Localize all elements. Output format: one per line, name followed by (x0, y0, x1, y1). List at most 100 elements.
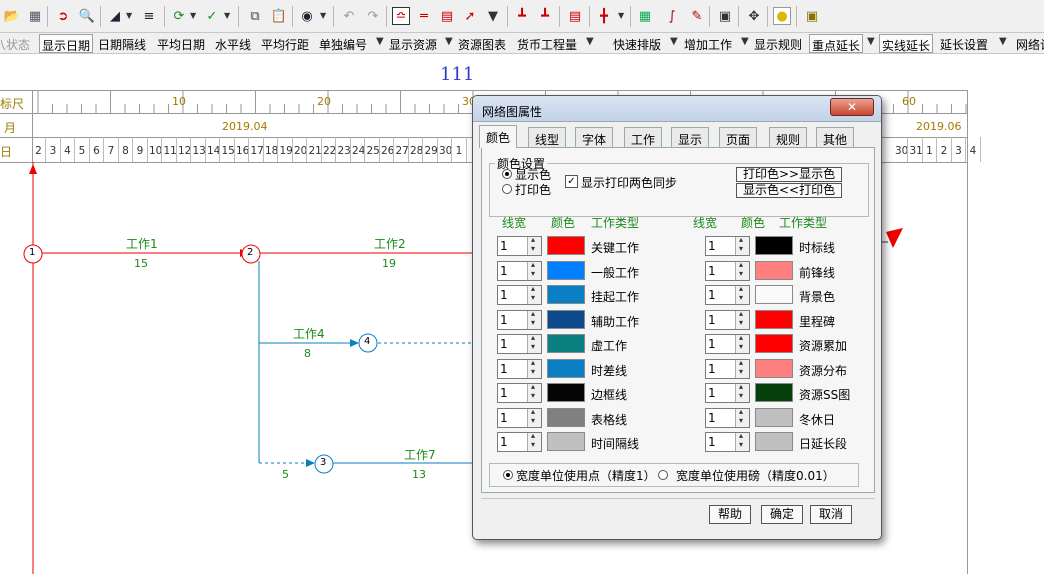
color-swatch[interactable] (755, 236, 793, 255)
line-width-spinner[interactable]: 1 (497, 235, 542, 256)
ok-button[interactable]: 确定 (761, 505, 803, 524)
line-width-spinner[interactable]: 1 (705, 284, 750, 305)
spinner-arrows-icon[interactable] (735, 358, 749, 378)
tab-color[interactable]: 颜色 (479, 125, 518, 148)
spinner-arrows-icon[interactable] (735, 235, 749, 255)
color-swatch[interactable] (547, 407, 585, 427)
line-width-spinner[interactable]: 1 (497, 284, 542, 305)
tab-page[interactable]: 页面 (719, 127, 758, 147)
line-width-spinner[interactable]: 1 (705, 333, 750, 354)
show-resource-button[interactable]: 显示资源 (389, 36, 437, 53)
print-color-radio[interactable] (502, 184, 512, 194)
extend-settings-button[interactable]: 延长设置 (940, 36, 988, 53)
spinner-arrows-icon[interactable] (527, 333, 541, 353)
color-swatch[interactable] (547, 285, 585, 304)
show-rules-button[interactable]: 显示规则 (754, 36, 802, 53)
key-extend-button[interactable]: 重点延长 (809, 34, 864, 53)
color-swatch[interactable] (547, 309, 585, 329)
line-width-spinner[interactable]: 1 (497, 260, 542, 281)
color-swatch[interactable] (755, 358, 793, 378)
chart-icon[interactable]: ▤ (566, 7, 584, 25)
copy-icon[interactable]: ⧉ (246, 7, 264, 25)
spinner-arrows-icon[interactable] (527, 407, 541, 427)
network-calc-button[interactable]: 网络计 (1016, 36, 1044, 53)
line-width-spinner[interactable]: 1 (497, 431, 542, 452)
line-width-spinner[interactable]: 1 (705, 431, 750, 452)
line-width-spinner[interactable]: 1 (705, 260, 750, 281)
color-swatch[interactable] (547, 358, 585, 378)
help-button[interactable]: 帮助 (709, 505, 751, 524)
tab-font[interactable]: 字体 (575, 127, 614, 147)
color-swatch[interactable] (547, 334, 585, 353)
spinner-arrows-icon[interactable] (527, 358, 541, 378)
line-width-spinner[interactable]: 1 (705, 235, 750, 256)
line-width-spinner[interactable]: 1 (705, 382, 750, 403)
work-name[interactable]: 工作2 (374, 235, 406, 252)
line-width-spinner[interactable]: 1 (705, 407, 750, 428)
exit-icon[interactable]: ➲ (54, 7, 72, 25)
monitor-icon[interactable]: ▣ (716, 7, 734, 25)
display-color-radio[interactable] (502, 169, 512, 179)
tab-work[interactable]: 工作 (624, 127, 663, 147)
curve-icon[interactable]: ➚ (461, 7, 479, 25)
line-width-spinner[interactable]: 1 (497, 333, 542, 354)
color-swatch[interactable] (755, 383, 793, 402)
currency-button[interactable]: 货币工程量 (517, 36, 577, 53)
spinner-arrows-icon[interactable] (527, 260, 541, 280)
color-swatch[interactable] (547, 432, 585, 451)
color-swatch[interactable] (755, 285, 793, 304)
quick-layout-button[interactable]: 快速排版 (613, 36, 661, 53)
spinner-arrows-icon[interactable] (735, 284, 749, 304)
edit-icon[interactable]: ✎ (688, 7, 706, 25)
display-to-print-button[interactable]: 显示色<<打印色 (736, 183, 843, 198)
spinner-arrows-icon[interactable] (527, 235, 541, 255)
close-button[interactable]: ✕ (830, 98, 874, 116)
line-width-spinner[interactable]: 1 (497, 382, 542, 403)
undo-icon[interactable]: ↶ (340, 7, 358, 25)
resource-chart-button[interactable]: 资源图表 (458, 36, 506, 53)
tab-linetype[interactable]: 线型 (528, 127, 567, 147)
resource-icon[interactable]: ▼ (484, 7, 502, 25)
open-folder-icon[interactable]: 📂 (3, 7, 21, 25)
network-view-icon[interactable]: ≏ (392, 7, 410, 25)
tab-other[interactable]: 其他 (816, 127, 855, 147)
date-grid-button[interactable]: 日期隔线 (98, 36, 146, 53)
work-name[interactable]: 工作7 (404, 446, 436, 463)
solid-extend-button[interactable]: 实线延长 (879, 34, 934, 53)
tab-display[interactable]: 显示 (671, 127, 710, 147)
split-icon[interactable]: ┻ (513, 7, 531, 25)
spinner-arrows-icon[interactable] (527, 431, 541, 451)
merge-icon[interactable]: ┻ (536, 7, 554, 25)
layout-icon[interactable]: ╋ (595, 7, 613, 25)
work-name[interactable]: 工作1 (126, 235, 158, 252)
spinner-arrows-icon[interactable] (527, 309, 541, 329)
paste-icon[interactable]: 📋 (270, 7, 288, 25)
tab-rules[interactable]: 规则 (769, 127, 808, 147)
outline-icon[interactable]: ≡ (140, 7, 158, 25)
unit-point-radio[interactable] (503, 470, 513, 480)
spinner-arrows-icon[interactable] (527, 382, 541, 402)
color-swatch[interactable] (547, 260, 585, 280)
color-swatch[interactable] (755, 334, 793, 353)
save-icon[interactable]: ▦ (26, 7, 44, 25)
spinner-arrows-icon[interactable] (735, 407, 749, 427)
print-preview-icon[interactable]: 🔍 (78, 7, 96, 25)
color-swatch[interactable] (547, 236, 585, 255)
find-icon[interactable]: ◉ (298, 7, 316, 25)
pan-icon[interactable]: ✥ (745, 7, 763, 25)
avg-date-button[interactable]: 平均日期 (157, 36, 205, 53)
avg-row-button[interactable]: 平均行距 (261, 36, 309, 53)
spinner-arrows-icon[interactable] (735, 431, 749, 451)
refresh-icon[interactable]: ⟳ (170, 7, 188, 25)
lightbulb-icon[interactable]: ● (773, 7, 791, 25)
add-work-button[interactable]: 增加工作 (684, 36, 732, 53)
color-swatch[interactable] (755, 260, 793, 280)
unit-pound-radio[interactable] (658, 470, 668, 480)
line-width-spinner[interactable]: 1 (497, 358, 542, 379)
line-width-spinner[interactable]: 1 (705, 309, 750, 330)
dialog-titlebar[interactable]: 网络图属性 ✕ (473, 96, 881, 122)
color-swatch[interactable] (547, 383, 585, 402)
line-width-spinner[interactable]: 1 (497, 407, 542, 428)
line-width-spinner[interactable]: 1 (497, 309, 542, 330)
gantt-view-icon[interactable]: ═ (415, 7, 433, 25)
